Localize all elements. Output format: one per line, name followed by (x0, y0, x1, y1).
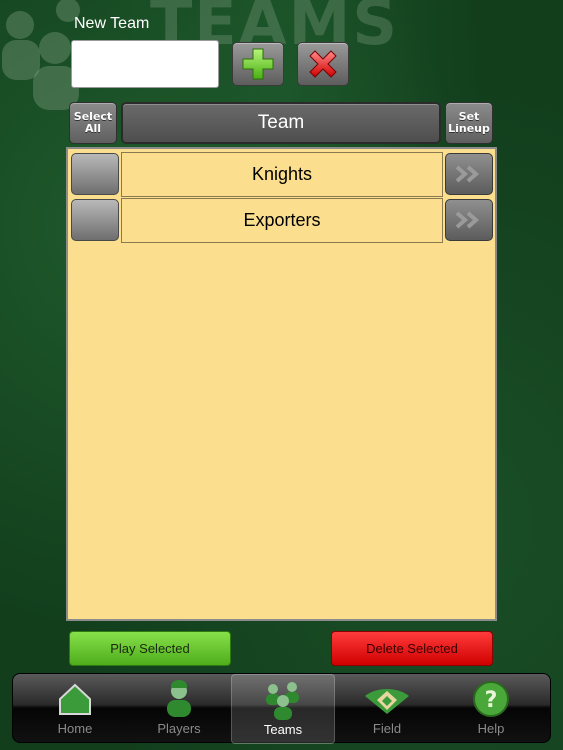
tab-players[interactable]: Players (127, 674, 231, 744)
set-lineup-button[interactable]: Set Lineup (445, 102, 493, 144)
tab-label: Players (157, 721, 201, 736)
help-icon: ? (473, 681, 509, 717)
close-icon (309, 50, 337, 78)
play-selected-button[interactable]: Play Selected (69, 631, 231, 666)
tab-label: Teams (263, 722, 303, 737)
tab-label: Home (57, 721, 93, 736)
svg-text:?: ? (485, 688, 498, 713)
team-name[interactable]: Knights (121, 152, 443, 197)
teams-list: Knights Exporters (66, 147, 497, 621)
team-row[interactable]: Exporters (68, 196, 495, 243)
double-chevron-right-icon (455, 165, 480, 183)
team-name[interactable]: Exporters (121, 198, 443, 243)
delete-selected-button[interactable]: Delete Selected (331, 631, 493, 666)
double-chevron-right-icon (455, 211, 480, 229)
row-select-checkbox[interactable] (71, 199, 119, 241)
open-team-button[interactable] (445, 199, 493, 241)
tab-label: Field (372, 721, 402, 736)
plus-icon (242, 48, 274, 80)
clear-input-button[interactable] (297, 42, 349, 86)
home-icon (59, 683, 91, 715)
tab-field[interactable]: Field (335, 674, 439, 744)
tab-help[interactable]: ? Help (439, 674, 543, 744)
team-column-header[interactable]: Team (121, 102, 441, 144)
team-row[interactable]: Knights (68, 150, 495, 197)
player-icon (167, 680, 191, 717)
new-team-label: New Team (74, 15, 150, 32)
tab-label: Help (477, 721, 505, 736)
tab-bar: Home Players Teams Field ? Help (12, 673, 551, 744)
new-team-input[interactable] (71, 40, 219, 88)
tab-teams[interactable]: Teams (231, 674, 335, 744)
teams-icon (266, 682, 299, 720)
add-team-button[interactable] (232, 42, 284, 86)
tab-home[interactable]: Home (23, 674, 127, 744)
field-icon (365, 688, 409, 714)
row-select-checkbox[interactable] (71, 153, 119, 195)
open-team-button[interactable] (445, 153, 493, 195)
select-all-button[interactable]: Select All (69, 102, 117, 144)
